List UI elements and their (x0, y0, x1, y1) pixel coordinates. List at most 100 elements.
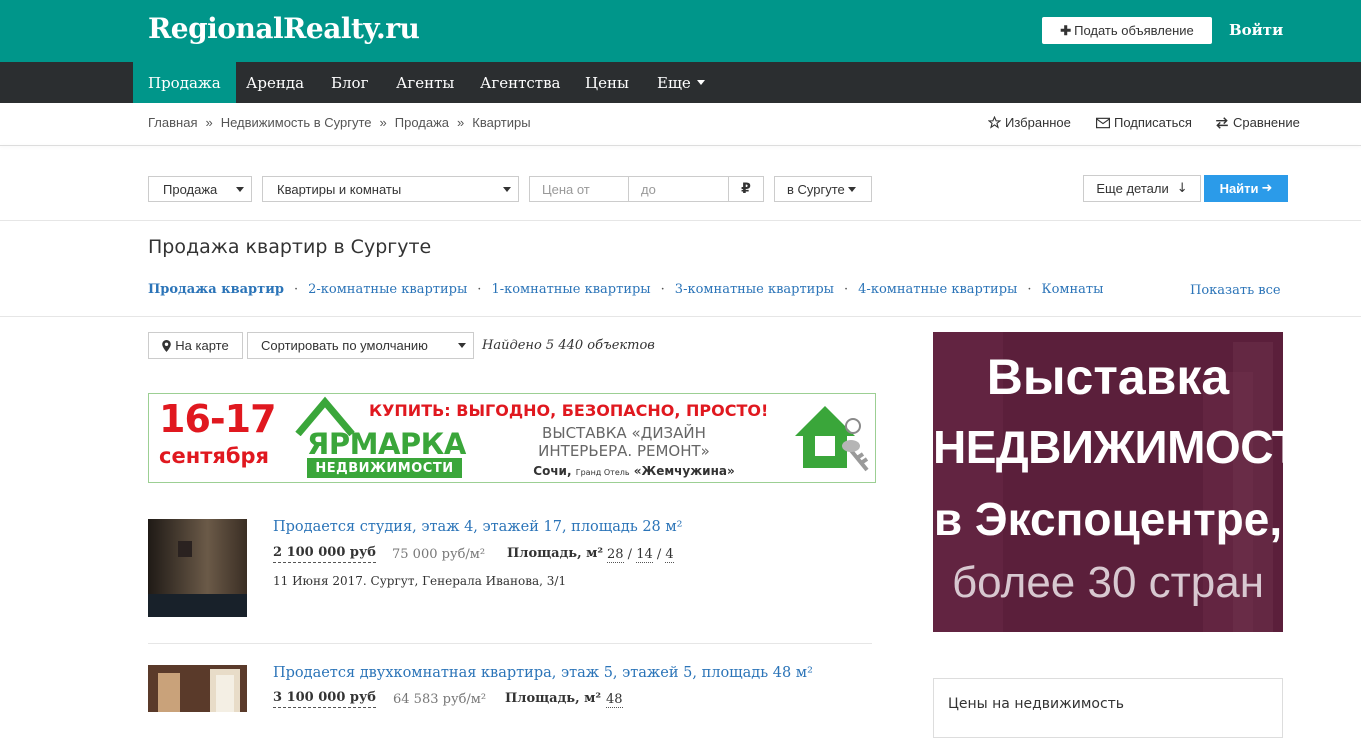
nav-item-rent[interactable]: Аренда (231, 62, 319, 103)
star-icon (988, 116, 1001, 129)
results-count: Найдено 5 440 объектов (482, 338, 655, 353)
banner-venue: Сочи, Гранд Отель «Жемчужина» (519, 464, 749, 478)
category-link[interactable]: 4-комнатные квартиры (858, 282, 1017, 297)
listing-photo[interactable] (148, 665, 247, 712)
breadcrumb-item[interactable]: Квартиры (472, 115, 530, 130)
deal-type-select[interactable]: Продажа (148, 176, 252, 202)
banner-month: сентября (159, 444, 270, 468)
breadcrumb-item[interactable]: Недвижимость в Сургуте (221, 115, 372, 130)
banner-fair-title: ЯРМАРКА (307, 427, 466, 461)
envelope-icon (1096, 117, 1110, 128)
listing-title[interactable]: Продается двухкомнатная квартира, этаж 5… (273, 665, 813, 681)
category-separator: · (293, 282, 299, 297)
prices-widget-title: Цены на недвижимость (948, 696, 1125, 712)
plus-icon: ✚ (1060, 22, 1072, 38)
ad-line-1: Выставка (986, 349, 1230, 405)
more-details-button[interactable]: Еще детали ↓ (1083, 175, 1201, 202)
favorites-link[interactable]: Избранное (988, 115, 1071, 130)
breadcrumb-separator: » (379, 115, 387, 130)
expo-side-ad[interactable]: Выставка НЕДВИЖИМОСТИ в Экспоцентре, бол… (933, 332, 1283, 632)
breadcrumb-separator: » (457, 115, 465, 130)
arrow-right-icon: ➜ (1261, 181, 1273, 196)
category-link[interactable]: 2-комнатные квартиры (308, 282, 467, 297)
map-marker-icon (162, 339, 172, 352)
listing-price-per-m2: 75 000 руб/м² (392, 547, 486, 562)
compare-link[interactable]: Сравнение (1215, 115, 1300, 130)
listing-meta: 11 Июня 2017. Сургут, Генерала Иванова, … (273, 574, 567, 588)
price-from-input[interactable]: Цена от (529, 176, 629, 202)
property-type-select[interactable]: Квартиры и комнаты (262, 176, 519, 202)
listing-photo-image (148, 665, 247, 712)
property-type-value: Квартиры и комнаты (277, 181, 402, 197)
category-separator: · (660, 282, 665, 297)
nav-item-more[interactable]: Еще (642, 62, 720, 103)
deal-type-value: Продажа (163, 181, 218, 197)
banner-fair-subtitle: НЕДВИЖИМОСТИ (307, 458, 462, 478)
caret-down-icon (847, 186, 856, 192)
currency-rub: ₽ (728, 176, 764, 202)
nav-item-prices[interactable]: Цены (570, 62, 644, 103)
compare-label: Сравнение (1233, 115, 1300, 130)
breadcrumb-item[interactable]: Продажа (395, 115, 449, 130)
arrow-down-icon: ↓ (1176, 181, 1188, 196)
site-logo[interactable]: RegionalRealty.ru (148, 12, 420, 45)
category-separator: · (1027, 282, 1032, 297)
breadcrumb: Главная » Недвижимость в Сургуте » Продажа » К… (148, 115, 531, 130)
listing-title[interactable]: Продается студия, этаж 4, этажей 17, пло… (273, 519, 682, 535)
more-details-label: Еще детали (1096, 181, 1169, 196)
banner-venue-small: Гранд Отель (575, 468, 630, 477)
category-link[interactable]: 3-комнатные квартиры (675, 282, 834, 297)
login-link[interactable]: Войти (1229, 21, 1283, 39)
listing-area-values: 28 / 14 / 4 (607, 547, 674, 563)
exchange-icon (1216, 116, 1228, 129)
listing-divider (148, 643, 872, 644)
category-link[interactable]: 1-комнатные квартиры (491, 282, 650, 297)
city-select[interactable]: в Сургуте (774, 176, 872, 202)
subscribe-link[interactable]: Подписаться (1096, 115, 1192, 130)
ad-line-4: более 30 стран (951, 558, 1265, 607)
nav-item-blog[interactable]: Блог (316, 62, 383, 103)
favorites-label: Избранное (1005, 115, 1071, 130)
categories-divider (0, 316, 1361, 317)
banner-date: 16-17 (159, 397, 277, 441)
category-link[interactable]: Комнаты (1042, 282, 1104, 297)
ad-line-2: НЕДВИЖИМОСТИ (933, 421, 1283, 473)
banner-venue-name: «Жемчужина» (633, 464, 735, 478)
header-divider (0, 145, 1361, 146)
listing-price-per-m2: 64 583 руб/м² (393, 692, 487, 707)
chevron-down-icon (696, 80, 705, 85)
listing-area-label: Площадь, м² (507, 546, 604, 561)
fair-banner-ad[interactable]: 16-17 сентября ЯРМАРКА НЕДВИЖИМОСТИ КУПИ… (148, 393, 876, 483)
area-living: 14 (636, 547, 653, 563)
nav-item-sale[interactable]: Продажа (133, 62, 236, 103)
map-button[interactable]: На карте (148, 332, 243, 359)
price-to-input[interactable]: до (628, 176, 729, 202)
map-button-label: На карте (175, 338, 229, 353)
post-ad-button[interactable]: ✚ Подать объявление (1042, 17, 1212, 44)
banner-venue-city: Сочи, (533, 464, 572, 478)
nav-item-agencies[interactable]: Агентства (465, 62, 575, 103)
house-key-icon (795, 406, 869, 472)
category-separator: · (844, 282, 849, 297)
caret-down-icon (458, 343, 466, 348)
banner-exhibition: ВЫСТАВКА «ДИЗАЙН ИНТЕРЬЕРА. РЕМОНТ» (538, 424, 710, 460)
show-all-link[interactable]: Показать все (1190, 283, 1281, 298)
listing-price: 3 100 000 руб (273, 690, 376, 708)
listing-photo[interactable] (148, 519, 247, 617)
sort-select[interactable]: Сортировать по умолчанию (247, 332, 474, 359)
area-kitchen: 4 (665, 547, 674, 563)
nav-item-agents[interactable]: Агенты (381, 62, 469, 103)
category-link[interactable]: Продажа квартир (148, 282, 284, 297)
breadcrumb-separator: » (205, 115, 213, 130)
main-nav: Продажа Аренда Блог Агенты Агентства Цен… (0, 62, 1361, 103)
search-label: Найти (1219, 181, 1259, 196)
subscribe-label: Подписаться (1114, 115, 1192, 130)
listing-price: 2 100 000 руб (273, 545, 376, 563)
breadcrumb-item[interactable]: Главная (148, 115, 197, 130)
nav-more-label: Еще (657, 73, 691, 92)
filters-divider (0, 220, 1361, 221)
post-ad-label: Подать объявление (1074, 23, 1194, 38)
search-button[interactable]: Найти ➜ (1204, 175, 1288, 202)
city-value: в Сургуте (787, 181, 845, 197)
listing-photo-image (148, 519, 247, 617)
